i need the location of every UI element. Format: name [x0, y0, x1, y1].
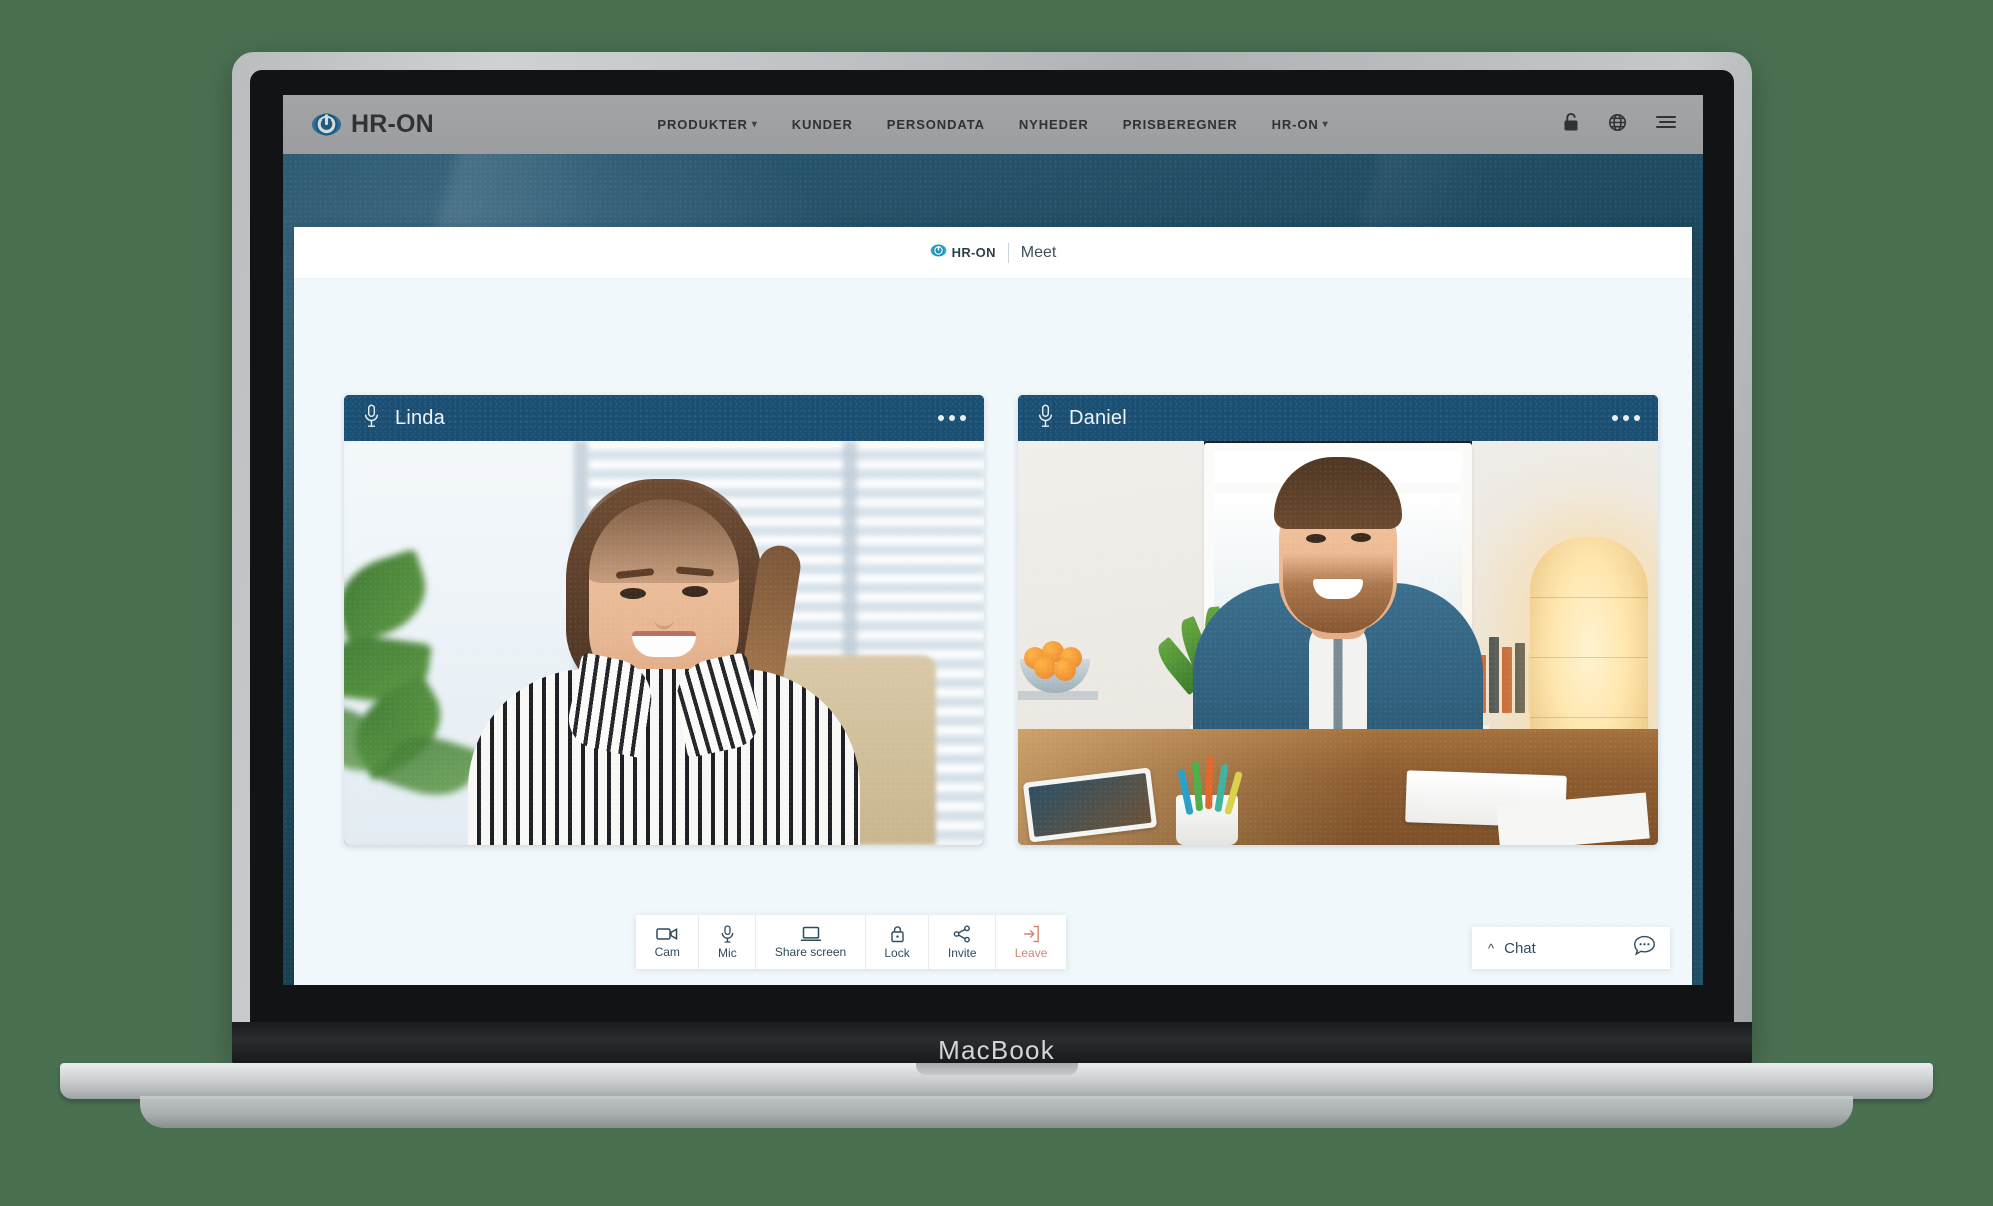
macbook-wordmark: MacBook: [938, 1035, 1055, 1065]
laptop-screen: HR-ON PRODUKTER ▾ KUNDER PERSONDATA NYHE…: [283, 95, 1703, 985]
hamburger-menu-icon[interactable]: [1655, 114, 1677, 135]
lock-icon: [890, 925, 905, 943]
pencil-cup-decor: [1176, 795, 1238, 845]
microphone-icon[interactable]: [1038, 404, 1053, 433]
lamp-decor: [1530, 537, 1648, 787]
microphone-icon[interactable]: [364, 404, 379, 433]
plant-decor: [344, 541, 516, 841]
nav-label: PRISBEREGNER: [1122, 117, 1238, 132]
person-daniel: [1018, 441, 1658, 845]
participant-name: Linda: [395, 406, 445, 429]
mic-label: Mic: [718, 945, 737, 960]
books-decor: [1450, 637, 1551, 713]
nav-item-prisberegner[interactable]: PRISBEREGNER: [1123, 117, 1238, 132]
nav-item-persondata[interactable]: PERSONDATA: [887, 117, 985, 132]
meet-title: Meet: [1020, 243, 1057, 261]
meeting-controls-toolbar: Cam Mic Share screen Lock Invite Leave: [636, 915, 1066, 969]
hr-on-eye-logo-icon: [311, 109, 342, 140]
nav-label: NYHEDER: [1018, 117, 1089, 132]
cam-button[interactable]: Cam: [636, 915, 700, 969]
hero-background-image: HR-ON Meet Linda Daniel Cam Mic Share sc…: [283, 154, 1703, 985]
lock-label: Lock: [884, 945, 910, 960]
participant-name: Daniel: [1069, 406, 1127, 429]
laptop-mockup: HR-ON PRODUKTER ▾ KUNDER PERSONDATA NYHE…: [0, 0, 1993, 1206]
chat-label: Chat: [1504, 939, 1536, 957]
header-icons: [1562, 112, 1677, 137]
topbar-divider: [1007, 242, 1009, 263]
nav-item-nyheder[interactable]: NYHEDER: [1019, 117, 1089, 132]
meet-brand-text: HR-ON: [951, 245, 996, 260]
share-nodes-icon: [953, 925, 971, 943]
main-nav: PRODUKTER ▾ KUNDER PERSONDATA NYHEDER PR…: [283, 117, 1703, 132]
meet-stage: Linda Daniel Cam Mic Share screen Lock I…: [294, 279, 1692, 985]
site-logo-text: HR-ON: [351, 110, 434, 138]
laptop-screen-icon: [800, 926, 822, 942]
tile-header: Daniel: [1018, 395, 1658, 441]
laptop-base-notch: [916, 1063, 1078, 1075]
nav-label: KUNDER: [791, 117, 853, 132]
lock-icon[interactable]: [1562, 112, 1580, 137]
exit-arrow-icon: [1022, 925, 1040, 943]
tile-header: Linda: [344, 395, 984, 441]
nav-item-kunder[interactable]: KUNDER: [792, 117, 853, 132]
nav-label: HR-ON: [1271, 117, 1319, 132]
invite-button[interactable]: Invite: [929, 915, 997, 969]
participant-video-daniel: [1018, 441, 1658, 845]
leave-button[interactable]: Leave: [996, 915, 1066, 969]
leave-label: Leave: [1014, 945, 1048, 960]
cam-label: Cam: [654, 944, 680, 959]
share-screen-button[interactable]: Share screen: [756, 915, 866, 969]
mic-button[interactable]: Mic: [699, 915, 757, 969]
person-linda: [344, 441, 984, 845]
more-options-icon[interactable]: [1612, 415, 1640, 421]
meet-app-window: HR-ON Meet Linda Daniel Cam Mic Share sc…: [294, 227, 1692, 985]
more-options-icon[interactable]: [938, 415, 966, 421]
participant-video-linda: [344, 441, 984, 845]
tablet-decor: [1022, 767, 1158, 843]
nav-item-hr-on[interactable]: HR-ON ▾: [1272, 117, 1329, 132]
laptop-foot: [140, 1096, 1853, 1128]
chat-bubble-icon[interactable]: [1633, 935, 1656, 961]
nav-item-produkter[interactable]: PRODUKTER ▾: [657, 117, 757, 132]
nav-label: PERSONDATA: [886, 117, 985, 132]
site-header: HR-ON PRODUKTER ▾ KUNDER PERSONDATA NYHE…: [283, 95, 1703, 154]
meet-topbar: HR-ON Meet: [294, 227, 1692, 279]
globe-icon[interactable]: [1608, 113, 1627, 137]
share-screen-label: Share screen: [774, 944, 847, 959]
chevron-down-icon: ▾: [751, 119, 758, 130]
meet-brand[interactable]: HR-ON: [930, 242, 996, 264]
participant-tile-daniel[interactable]: Daniel: [1018, 395, 1658, 845]
lock-button[interactable]: Lock: [866, 915, 930, 969]
chat-panel-toggle[interactable]: ^ Chat: [1472, 927, 1670, 969]
paper-decor: [1496, 792, 1650, 845]
invite-label: Invite: [947, 945, 977, 960]
site-logo[interactable]: HR-ON: [311, 109, 434, 140]
nav-label: PRODUKTER: [657, 117, 748, 132]
participant-tiles: Linda Daniel: [344, 395, 1658, 845]
chevron-down-icon: ▾: [1322, 119, 1329, 130]
hr-on-eye-logo-icon: [930, 242, 947, 264]
microphone-icon: [721, 924, 734, 943]
participant-tile-linda[interactable]: Linda: [344, 395, 984, 845]
notebook-decor: [1405, 770, 1567, 828]
chevron-up-icon[interactable]: ^: [1488, 942, 1494, 955]
camera-icon: [656, 926, 678, 942]
